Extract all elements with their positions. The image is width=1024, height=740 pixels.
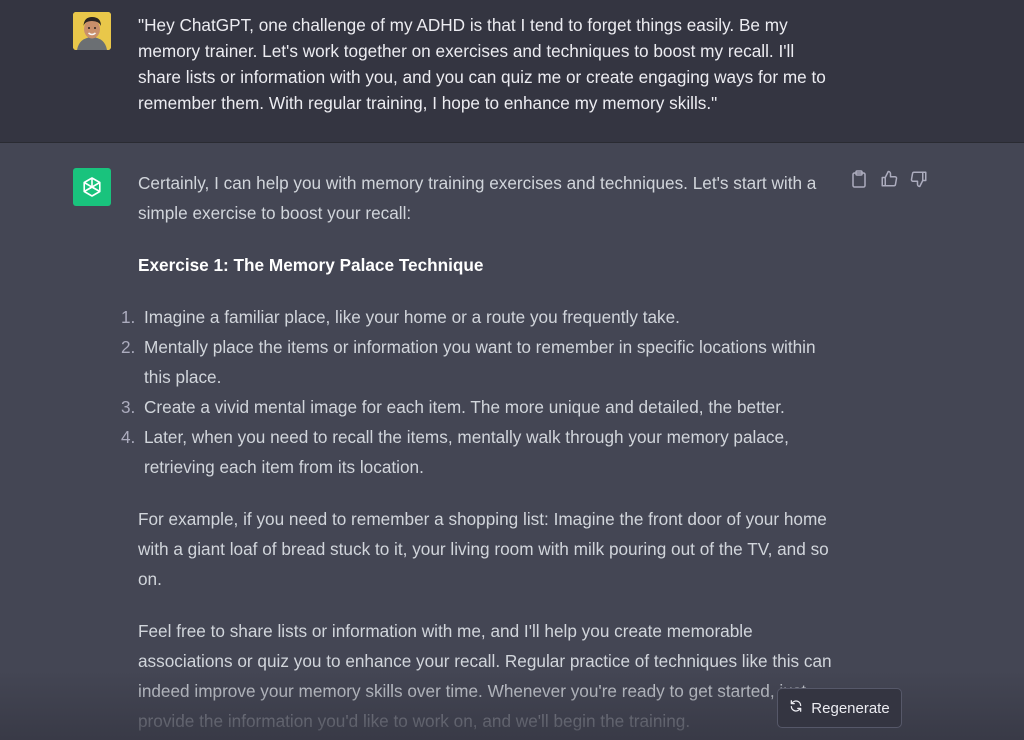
message-actions	[850, 170, 928, 188]
step-text: Later, when you need to recall the items…	[144, 427, 789, 477]
thumbs-down-icon[interactable]	[910, 170, 928, 188]
thumbs-up-icon[interactable]	[880, 170, 898, 188]
closing-text-faded: provide the information you'd like to wo…	[138, 711, 691, 731]
step-text: Imagine a familiar place, like your home…	[144, 307, 680, 327]
user-message-text: "Hey ChatGPT, one challenge of my ADHD i…	[138, 15, 826, 113]
list-item: 4. Later, when you need to recall the ite…	[121, 422, 838, 482]
assistant-message-content: Certainly, I can help you with memory tr…	[121, 168, 838, 736]
step-text: Create a vivid mental image for each ite…	[144, 397, 785, 417]
regenerate-button[interactable]: Regenerate	[777, 688, 902, 728]
user-avatar	[73, 12, 111, 50]
closing-paragraph: Feel free to share lists or information …	[138, 616, 838, 736]
clipboard-icon[interactable]	[850, 170, 868, 188]
list-item: 3. Create a vivid mental image for each i…	[121, 392, 838, 422]
assistant-intro: Certainly, I can help you with memory tr…	[138, 173, 817, 223]
step-text: Mentally place the items or information …	[144, 337, 816, 387]
exercise-heading: Exercise 1: The Memory Palace Technique	[138, 255, 484, 275]
closing-text: Feel free to share lists or information …	[138, 621, 832, 701]
step-number: 1.	[121, 307, 136, 327]
refresh-icon	[789, 699, 803, 717]
list-item: 1. Imagine a familiar place, like your ho…	[121, 302, 838, 332]
assistant-message: Certainly, I can help you with memory tr…	[0, 143, 1024, 740]
example-paragraph: For example, if you need to remember a s…	[138, 509, 829, 589]
regenerate-label: Regenerate	[811, 699, 890, 717]
step-number: 3.	[121, 397, 136, 417]
openai-logo-icon	[73, 168, 111, 206]
list-item: 2. Mentally place the items or informatio…	[121, 332, 838, 392]
step-number: 2.	[121, 337, 136, 357]
step-number: 4.	[121, 427, 136, 447]
steps-list: 1. Imagine a familiar place, like your ho…	[121, 302, 838, 482]
user-message: "Hey ChatGPT, one challenge of my ADHD i…	[0, 0, 1024, 143]
